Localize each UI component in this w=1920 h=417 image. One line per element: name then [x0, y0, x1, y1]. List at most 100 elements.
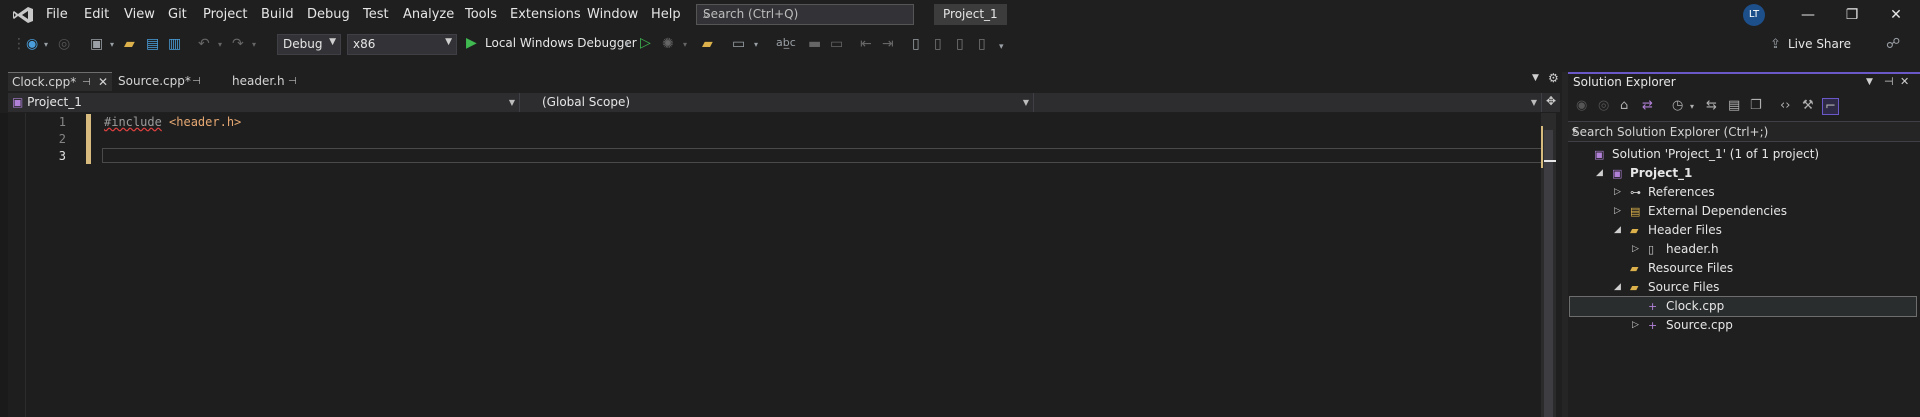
tree-item[interactable]: ◢ ▰ Source Files — [1570, 278, 1916, 297]
undo-dropdown-icon[interactable]: ▾ — [218, 40, 222, 49]
menu-item-extensions[interactable]: Extensions — [510, 7, 581, 22]
menu-item-build[interactable]: Build — [261, 7, 294, 22]
new-project-dropdown-icon[interactable]: ▾ — [110, 40, 114, 49]
menu-item-analyze[interactable]: Analyze — [403, 7, 454, 22]
uncomment-icon[interactable]: ▭ — [830, 36, 843, 52]
browser-link-icon[interactable]: ▭ — [732, 36, 745, 52]
back-icon[interactable]: ◉ — [1576, 98, 1587, 113]
solution-folder-icon[interactable]: ▰ — [702, 36, 713, 52]
close-panel-icon[interactable]: ✕ — [1900, 75, 1909, 88]
menu-item-test[interactable]: Test — [363, 7, 389, 22]
platform-dropdown[interactable]: x86 ▼ — [347, 34, 457, 55]
collapse-chevron-icon[interactable]: ◢ — [1614, 221, 1621, 240]
tree-item[interactable]: ▷ + Source.cpp — [1570, 316, 1916, 335]
user-avatar[interactable]: LT — [1743, 4, 1765, 26]
spell-check-icon[interactable]: ab̲c — [776, 36, 796, 49]
expand-chevron-icon[interactable]: ▷ — [1632, 240, 1639, 259]
collapse-all-icon[interactable]: ▤ — [1728, 98, 1740, 113]
collapse-chevron-icon[interactable]: ◢ — [1614, 278, 1621, 297]
menu-item-view[interactable]: View — [124, 7, 155, 22]
home-icon[interactable]: ⌂ — [1620, 98, 1628, 113]
global-scope-dropdown[interactable]: (Global Scope) ▼ — [522, 93, 1034, 112]
filter-dropdown-icon[interactable]: ▾ — [1690, 102, 1694, 111]
menu-item-help[interactable]: Help — [651, 7, 681, 22]
tree-item[interactable]: ▷ ⊶ References — [1570, 183, 1916, 202]
hot-reload-dropdown-icon[interactable]: ▾ — [683, 40, 687, 49]
search-options-dropdown-icon[interactable]: ▾ — [1572, 126, 1914, 135]
expand-chevron-icon[interactable]: ▷ — [1614, 202, 1621, 221]
settings-gear-icon[interactable]: ⚙ — [1548, 71, 1559, 85]
minimize-icon[interactable]: — — [1788, 3, 1828, 27]
properties-wrench-icon[interactable]: ⚒ — [1802, 98, 1814, 113]
previous-bookmark-icon[interactable]: ▯ — [934, 36, 942, 52]
tree-item[interactable]: ▷ ▯ header.h — [1570, 240, 1916, 259]
toolbar-overflow-icon[interactable]: ▾ — [999, 42, 1004, 52]
hot-reload-icon[interactable]: ✺ — [662, 36, 674, 52]
redo-icon[interactable]: ↷ — [232, 36, 244, 52]
local-windows-debugger-button[interactable]: Local Windows Debugger — [485, 36, 637, 50]
tree-item[interactable]: ◢ ▰ Header Files — [1570, 221, 1916, 240]
collapse-chevron-icon[interactable]: ◢ — [1596, 164, 1603, 183]
expand-chevron-icon[interactable]: ▷ — [1614, 183, 1621, 202]
start-debugging-icon[interactable]: ▶ — [466, 35, 477, 51]
pending-changes-filter-icon[interactable]: ◷ — [1672, 98, 1683, 113]
scrollbar-thumb[interactable] — [1544, 130, 1553, 417]
menu-item-window[interactable]: Window — [587, 7, 638, 22]
solution-explorer-search[interactable]: Search Solution Explorer (Ctrl+;) ⌕ ▾ — [1568, 121, 1920, 142]
clear-bookmarks-icon[interactable]: ▯ — [978, 36, 986, 52]
increase-indent-icon[interactable]: ⇥ — [882, 36, 894, 52]
tree-item[interactable]: + Clock.cpp — [1569, 296, 1917, 317]
decrease-indent-icon[interactable]: ⇤ — [860, 36, 872, 52]
pin-icon[interactable]: ⊣ — [288, 72, 297, 91]
save-icon[interactable]: ▤ — [146, 36, 159, 52]
next-bookmark-icon[interactable]: ▯ — [956, 36, 964, 52]
start-without-debugging-icon[interactable]: ▷ — [640, 35, 651, 51]
open-file-icon[interactable]: ▰ — [124, 36, 135, 52]
tab-header-h[interactable]: header.h ⊣ — [228, 72, 324, 91]
split-editor-icon[interactable]: ✥ — [1546, 94, 1556, 108]
expand-chevron-icon[interactable]: ▷ — [1632, 316, 1639, 335]
live-share-icon[interactable]: ⇪ — [1770, 37, 1781, 52]
live-share-button[interactable]: Live Share — [1788, 37, 1851, 51]
configuration-dropdown[interactable]: Debug ▼ — [277, 34, 341, 55]
restore-icon[interactable]: ❐ — [1832, 3, 1872, 27]
navigate-back-icon[interactable]: ◉ — [26, 36, 38, 52]
browser-link-dropdown-icon[interactable]: ▾ — [754, 40, 758, 49]
bookmark-icon[interactable]: ▯ — [912, 36, 920, 52]
tab-source-cpp[interactable]: Source.cpp* ⊣ — [114, 72, 224, 91]
window-position-dropdown-icon[interactable]: ▼ — [1866, 77, 1873, 87]
new-project-icon[interactable]: ▣ — [90, 36, 103, 52]
show-all-files-icon[interactable]: ❐ — [1750, 98, 1762, 113]
tab-list-dropdown-icon[interactable]: ▼ — [1532, 73, 1539, 83]
tab-clock-cpp[interactable]: Clock.cpp* ⊣ ✕ — [8, 72, 112, 91]
switch-views-icon[interactable]: ⇄ — [1642, 98, 1653, 113]
project-name-badge[interactable]: Project_1 — [934, 4, 1007, 25]
comment-out-icon[interactable]: ▬ — [808, 36, 821, 52]
sync-active-document-icon[interactable]: ⇆ — [1706, 98, 1717, 113]
tree-item[interactable]: ▷ ▤ External Dependencies — [1570, 202, 1916, 221]
back-dropdown-icon[interactable]: ▾ — [44, 40, 48, 49]
tree-item[interactable]: ▰ Resource Files — [1570, 259, 1916, 278]
feedback-icon[interactable]: ☍ — [1886, 36, 1900, 52]
close-tab-icon[interactable]: ✕ — [98, 73, 108, 92]
forward-icon[interactable]: ◎ — [1598, 98, 1609, 113]
pin-icon[interactable]: ⊣ — [192, 72, 201, 91]
code-line-1[interactable]: #include <header.h> — [104, 115, 241, 129]
auto-hide-pin-icon[interactable]: ⊣ — [1884, 75, 1894, 88]
global-search-box[interactable]: Search (Ctrl+Q) ⌕ — [696, 4, 914, 25]
menu-item-debug[interactable]: Debug — [307, 7, 350, 22]
pin-icon[interactable]: ⊣ — [82, 73, 91, 92]
menu-item-file[interactable]: File — [46, 7, 68, 22]
save-all-icon[interactable]: ▥ — [168, 36, 181, 52]
close-window-icon[interactable]: ✕ — [1876, 3, 1916, 27]
navigate-forward-icon[interactable]: ◎ — [58, 36, 70, 52]
redo-dropdown-icon[interactable]: ▾ — [252, 40, 256, 49]
undo-icon[interactable]: ↶ — [198, 36, 210, 52]
menu-item-project[interactable]: Project — [203, 7, 247, 22]
view-code-icon[interactable]: ‹› — [1780, 98, 1790, 113]
preview-selected-items-icon[interactable]: ⌐ — [1822, 98, 1839, 115]
member-scope-dropdown[interactable]: ▼ — [1036, 93, 1542, 112]
tree-item[interactable]: ◢ ▣ Project_1 — [1570, 164, 1916, 183]
menu-item-tools[interactable]: Tools — [465, 7, 497, 22]
tree-item[interactable]: ▣ Solution 'Project_1' (1 of 1 project) — [1570, 145, 1916, 164]
